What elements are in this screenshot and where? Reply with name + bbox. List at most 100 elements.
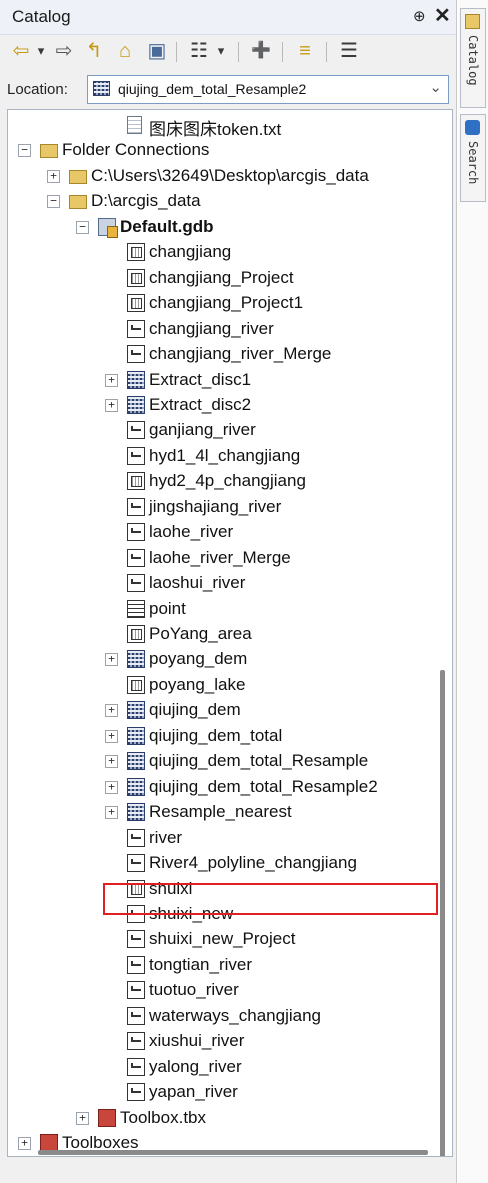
raster-icon (127, 650, 145, 669)
tree-item[interactable]: + Extract_disc2 (8, 393, 428, 418)
tree-item[interactable]: yapan_river (8, 1080, 428, 1105)
tree-item-label: poyang_lake (149, 674, 246, 694)
toolbar-separator (326, 42, 327, 62)
raster-icon (127, 395, 145, 414)
tree-item[interactable]: laohe_river (8, 520, 428, 545)
polyline-icon (127, 1006, 145, 1025)
expand-icon[interactable]: + (105, 806, 118, 820)
tree-item[interactable]: xiushui_river (8, 1029, 428, 1054)
tree-item[interactable]: + C:\Users\32649\Desktop\arcgis_data (8, 164, 428, 189)
home-icon[interactable]: ⌂ (112, 38, 138, 64)
tree-item[interactable]: PoYang_area (8, 622, 428, 647)
tree-item[interactable]: changjiang_Project1 (8, 291, 428, 316)
tree-item[interactable]: yalong_river (8, 1055, 428, 1080)
connect-folder-icon[interactable]: ▣ (144, 38, 170, 64)
tree-item[interactable]: hyd2_4p_changjiang (8, 469, 428, 494)
tree-item[interactable]: + qiujing_dem_total_Resample2 (8, 775, 428, 800)
tree-item-label: Extract_disc2 (149, 394, 252, 414)
horizontal-scrollbar[interactable] (38, 1150, 428, 1155)
raster-icon (127, 777, 145, 796)
tree-item[interactable]: river (8, 826, 428, 851)
tree-item-label: 图床图床token.txt (149, 120, 282, 139)
location-dropdown[interactable]: qiujing_dem_total_Resample2 ⌄ (87, 75, 449, 104)
title-bar: Catalog ⊕ ✕ (0, 0, 456, 35)
tree-item-label: River4_polyline_changjiang (149, 853, 357, 873)
tree-item[interactable]: + Extract_disc1 (8, 368, 428, 393)
expand-icon[interactable]: + (76, 1111, 89, 1125)
back-dropdown-icon[interactable]: ▾ (34, 38, 48, 64)
toggle-tree-icon[interactable]: ≡ (292, 38, 318, 64)
tree-item-label: Resample_nearest (149, 802, 292, 822)
expand-icon[interactable]: + (18, 1137, 31, 1150)
tree-item[interactable]: tongtian_river (8, 953, 428, 978)
toolbox-icon (98, 1108, 116, 1127)
tree-item[interactable]: − D:\arcgis_data (8, 189, 428, 214)
tree-item[interactable]: waterways_changjiang (8, 1004, 428, 1029)
tree-item-label: qiujing_dem_total_Resample2 (149, 776, 378, 796)
tree-item[interactable]: tuotuo_river (8, 978, 428, 1003)
collapse-icon[interactable]: − (18, 144, 31, 158)
tree-item[interactable]: 图床图床token.txt (8, 113, 428, 139)
up-folder-icon[interactable]: ↰ (82, 38, 106, 64)
tree-item[interactable]: changjiang_river (8, 317, 428, 342)
geodatabase-icon (98, 217, 118, 238)
tree-item[interactable]: + qiujing_dem_total (8, 724, 428, 749)
tree-item[interactable]: − Default.gdb (8, 215, 428, 240)
collapse-icon[interactable]: − (76, 220, 89, 234)
tree-item[interactable]: River4_polyline_changjiang (8, 851, 428, 876)
tab-search[interactable]: Search (460, 114, 486, 202)
polyline-icon (127, 955, 145, 974)
tree-item-label: waterways_changjiang (149, 1005, 321, 1025)
tree-item[interactable]: + qiujing_dem (8, 698, 428, 723)
expand-icon[interactable]: + (105, 398, 118, 412)
expand-icon[interactable]: + (105, 780, 118, 794)
expand-icon[interactable]: + (47, 169, 60, 183)
tree-item[interactable]: jingshajiang_river (8, 495, 428, 520)
tree-item[interactable]: changjiang_river_Merge (8, 342, 428, 367)
tree-item[interactable]: hyd1_4l_changjiang (8, 444, 428, 469)
tree-item-label: hyd1_4l_changjiang (149, 445, 301, 465)
expand-icon[interactable]: + (105, 729, 118, 743)
location-value: qiujing_dem_total_Resample2 (118, 81, 307, 97)
catalog-tree[interactable]: 图床图床token.txt − Folder Connections + C:\User… (7, 109, 453, 1157)
folder-icon (69, 169, 87, 184)
expand-icon[interactable]: + (105, 704, 118, 718)
collapse-icon[interactable]: − (47, 195, 60, 209)
tree-item[interactable]: + Resample_nearest (8, 800, 428, 825)
forward-icon[interactable]: ⇨ (52, 38, 76, 64)
back-icon[interactable]: ⇦ (10, 38, 32, 64)
options-icon[interactable]: ☰ (336, 38, 362, 64)
tree-item[interactable]: laoshui_river (8, 571, 428, 596)
tree-item-label: Extract_disc1 (149, 369, 252, 389)
new-item-icon[interactable]: ➕ (248, 38, 274, 64)
close-icon[interactable]: ✕ (434, 3, 451, 28)
tree-item[interactable]: laohe_river_Merge (8, 546, 428, 571)
tree-item[interactable]: point (8, 597, 428, 622)
tab-catalog[interactable]: Catalog (460, 8, 486, 108)
tree-item[interactable]: − Folder Connections (8, 138, 428, 163)
vertical-scrollbar[interactable] (440, 670, 445, 1156)
tree-item[interactable]: shuixi_new_Project (8, 927, 428, 952)
tree-item[interactable]: + Toolbox.tbx (8, 1106, 428, 1131)
tree-item[interactable]: + qiujing_dem_total_Resample (8, 749, 428, 774)
pin-icon[interactable]: ⊕ (413, 7, 426, 25)
view-dropdown-icon[interactable]: ▾ (214, 38, 228, 64)
expand-icon[interactable]: + (105, 653, 118, 667)
expand-icon[interactable]: + (105, 755, 118, 769)
polyline-icon (127, 1057, 145, 1076)
tree-item-label: river (149, 827, 183, 847)
toolbar: ⇦ ▾ ⇨ ↰ ⌂ ▣ ☷ ▾ ➕ ≡ ☰ (0, 35, 456, 69)
toolbar-separator (238, 42, 239, 62)
tree-item[interactable]: changjiang_Project (8, 266, 428, 291)
expand-icon[interactable]: + (105, 373, 118, 387)
polygon-icon (127, 294, 145, 313)
tree-item-label: Toolbox.tbx (120, 1107, 206, 1127)
tree-item-label: D:\arcgis_data (91, 191, 201, 211)
tree-item[interactable]: changjiang (8, 240, 428, 265)
tree-item[interactable]: ganjiang_river (8, 418, 428, 443)
tree-item-label: yapan_river (149, 1082, 238, 1102)
tree-item[interactable]: poyang_lake (8, 673, 428, 698)
tree-item[interactable]: + poyang_dem (8, 647, 428, 672)
view-icon[interactable]: ☷ (186, 38, 212, 64)
chevron-down-icon[interactable]: ⌄ (429, 78, 442, 96)
